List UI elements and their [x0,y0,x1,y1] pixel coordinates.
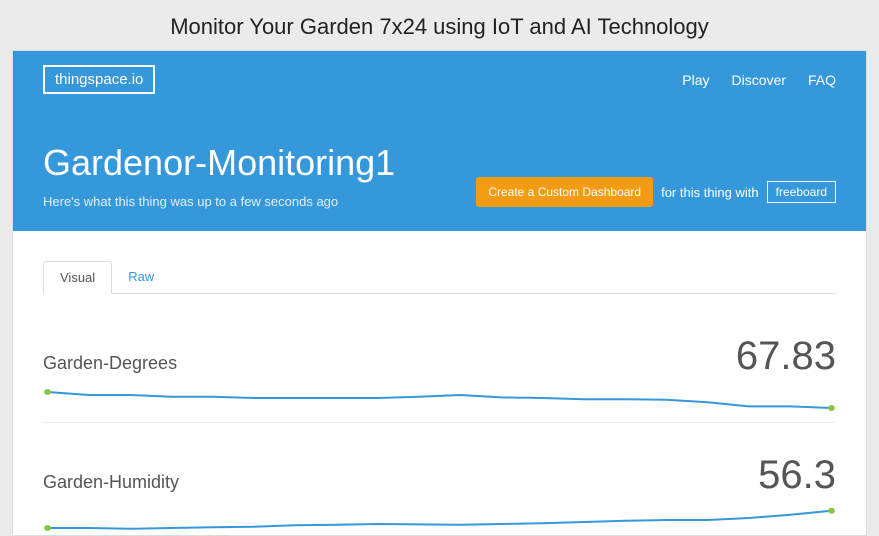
nav-play[interactable]: Play [682,72,709,88]
freeboard-link[interactable]: freeboard [767,181,836,203]
create-dashboard-button[interactable]: Create a Custom Dashboard [476,177,653,207]
dashboard-header: thingspace.io Play Discover FAQ Gardenor… [13,51,866,231]
brand-logo[interactable]: thingspace.io [43,65,155,94]
dashboard-subtitle: Here's what this thing was up to a few s… [43,194,395,209]
metric-degrees-value: 67.83 [736,334,836,379]
page-heading: Monitor Your Garden 7x24 using IoT and A… [0,0,879,50]
cta-text: for this thing with [661,185,759,200]
metric-humidity-label: Garden-Humidity [43,472,179,493]
sparkline-degrees [43,385,836,423]
metric-degrees: Garden-Degrees 67.83 [43,334,836,423]
dashboard-body: Visual Raw Garden-Degrees 67.83 Garden-H… [13,231,866,536]
tab-raw[interactable]: Raw [112,261,170,293]
tabs: Visual Raw [43,261,836,294]
nav-faq[interactable]: FAQ [808,72,836,88]
dashboard-title: Gardenor-Monitoring1 [43,142,395,184]
metric-degrees-label: Garden-Degrees [43,353,177,374]
top-nav: Play Discover FAQ [682,72,836,88]
tab-visual[interactable]: Visual [43,261,112,294]
metric-humidity: Garden-Humidity 56.3 [43,453,836,536]
sparkline-humidity [43,504,836,536]
metric-humidity-value: 56.3 [758,453,836,498]
dashboard-frame: thingspace.io Play Discover FAQ Gardenor… [12,50,867,536]
nav-discover[interactable]: Discover [732,72,786,88]
